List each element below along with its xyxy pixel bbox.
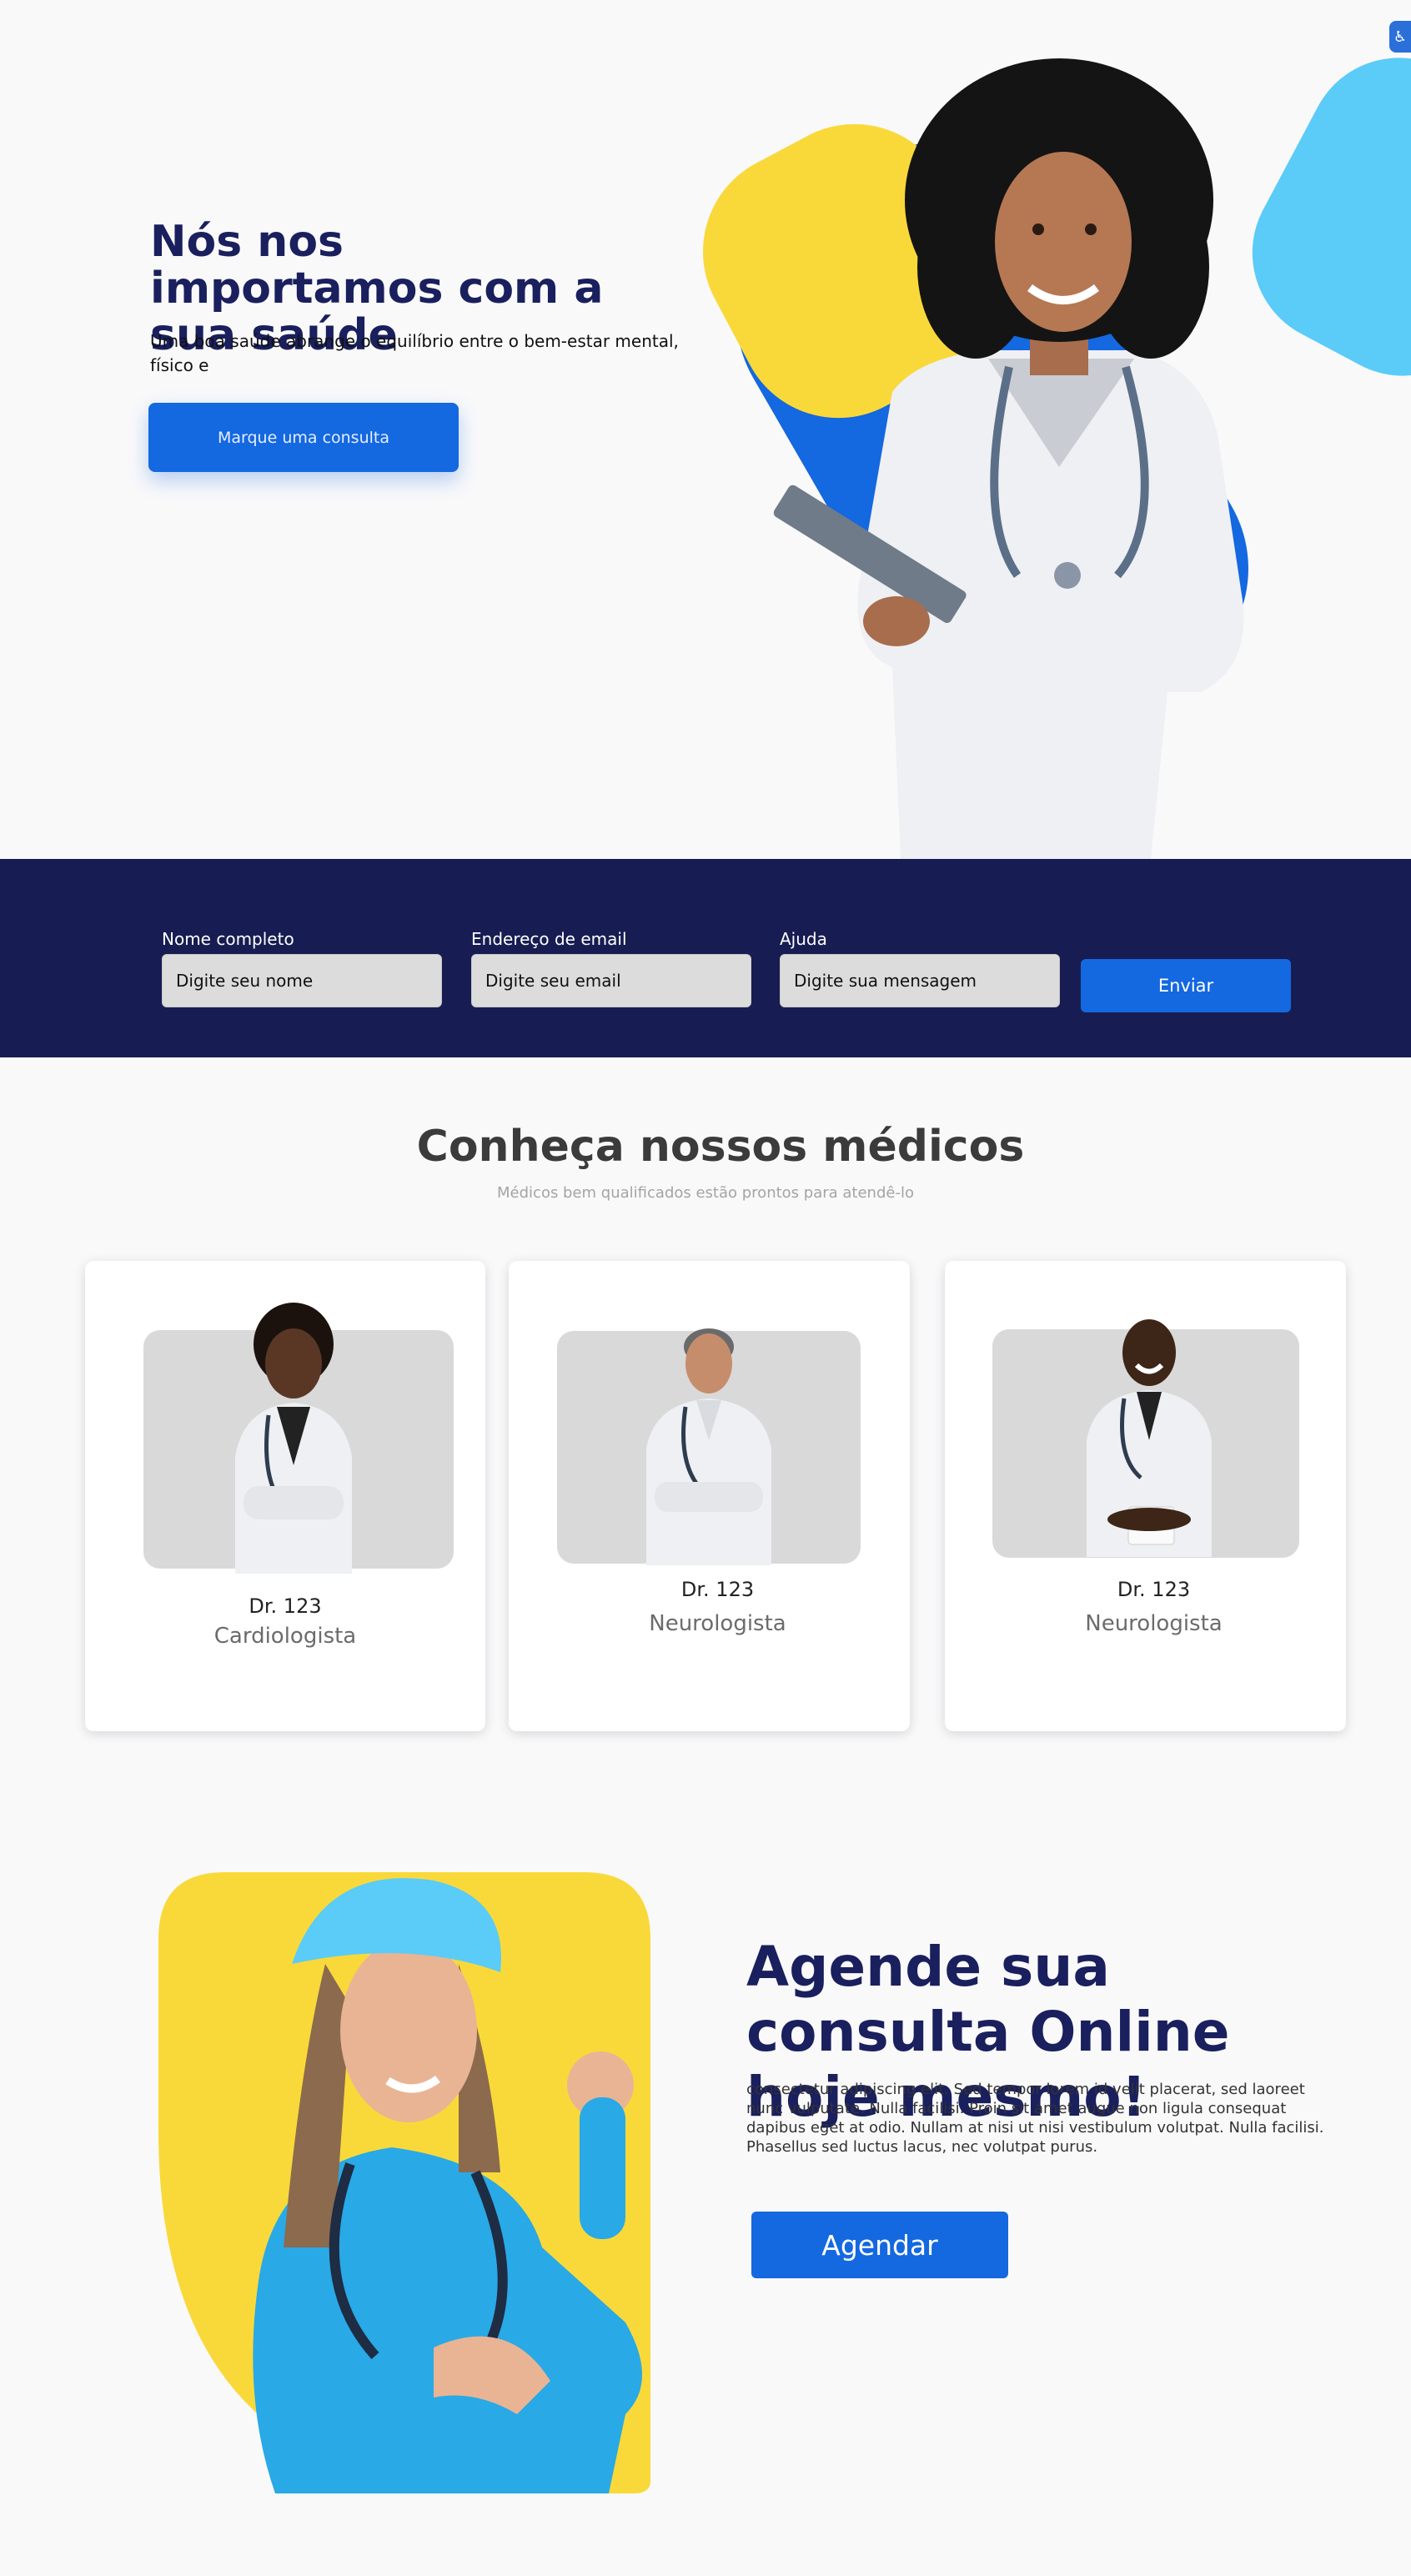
- doctor-photo: [646, 1328, 771, 1565]
- landing-page: ♿ Nós nos importamos com a sua saúde Uma…: [0, 0, 1411, 2576]
- doctor-photo: [235, 1303, 352, 1574]
- hero-section: ♿ Nós nos importamos com a sua saúde Uma…: [0, 0, 1411, 859]
- doctor-card[interactable]: Dr. 123 Neurologista: [945, 1261, 1346, 1731]
- hero-subtitle: Uma boa saúde abrange o equilíbrio entre…: [150, 331, 679, 375]
- doctor-specialty: Neurologista: [649, 1611, 786, 1636]
- doctor-name: Dr. 123: [1117, 1578, 1191, 1601]
- email-label: Endereço de email: [471, 929, 627, 949]
- doctors-subtitle: Médicos bem qualificados estão prontos p…: [497, 1184, 914, 1202]
- help-label: Ajuda: [780, 929, 827, 949]
- help-input[interactable]: Digite sua mensagem: [780, 954, 1060, 1007]
- hero-doctor-illustration: [702, 58, 1411, 859]
- contact-form-band: Nome completo Digite seu nome Endereço d…: [0, 859, 1411, 1057]
- email-field: Endereço de email Digite seu email: [471, 929, 751, 1007]
- schedule-button[interactable]: Agendar: [751, 2212, 1008, 2278]
- nurse-illustration: [158, 1872, 650, 2493]
- doctor-name: Dr. 123: [680, 1578, 755, 1601]
- book-appointment-button[interactable]: Marque uma consulta: [148, 403, 459, 472]
- doctor-specialty: Neurologista: [1085, 1611, 1223, 1636]
- doctor-name: Dr. 123: [249, 1594, 322, 1618]
- doctor-photo: [1087, 1319, 1212, 1557]
- booking-text: consectetur adipiscing elit. Sed tempor …: [746, 2081, 1324, 2156]
- help-field: Ajuda Digite sua mensagem: [780, 929, 1060, 1007]
- doctor-specialty: Cardiologista: [213, 1624, 357, 1649]
- full-name-label: Nome completo: [162, 929, 294, 949]
- doctor-card[interactable]: Dr. 123 Cardiologista: [85, 1261, 485, 1731]
- doctor-card[interactable]: Dr. 123 Neurologista: [509, 1261, 910, 1731]
- email-input[interactable]: Digite seu email: [471, 954, 751, 1007]
- full-name-field: Nome completo Digite seu nome: [162, 929, 442, 1007]
- full-name-input[interactable]: Digite seu nome: [162, 954, 442, 1007]
- send-button[interactable]: Enviar: [1081, 959, 1291, 1012]
- doctors-title: Conheça nossos médicos: [416, 1122, 1025, 1172]
